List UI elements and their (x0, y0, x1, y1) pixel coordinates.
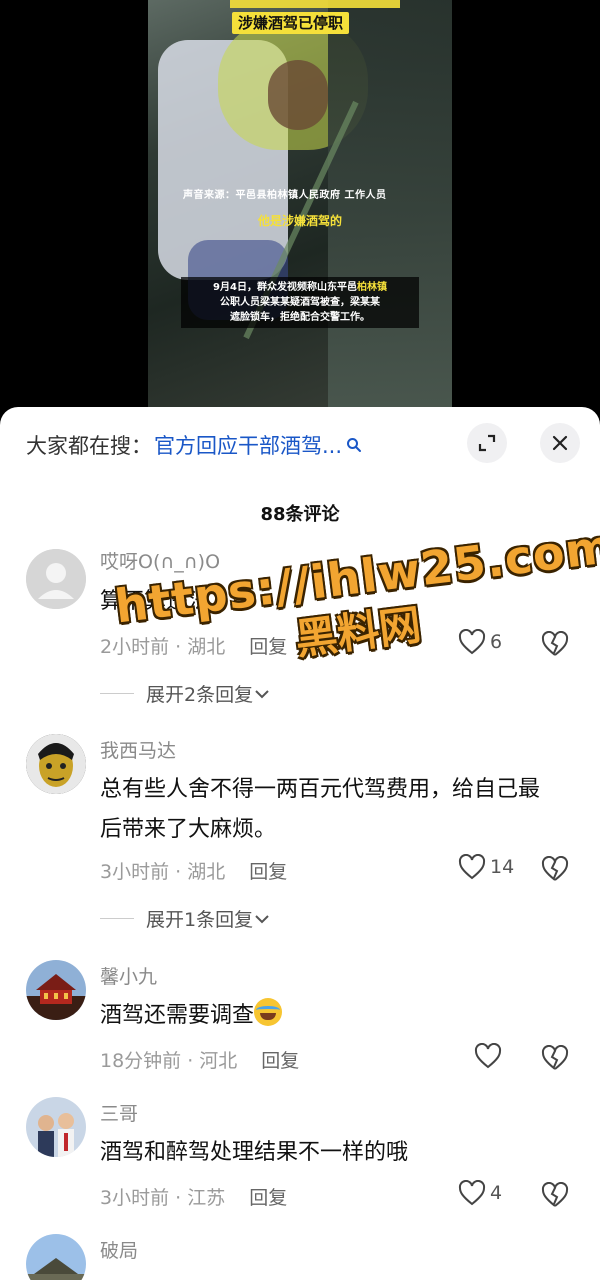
video-caption-source: 声音来源：平邑县柏林镇人民政府 工作人员 (183, 190, 387, 201)
comment-author[interactable]: 哎呀O(∩_∩)O (100, 547, 220, 574)
like-button[interactable]: 6 (458, 629, 502, 655)
like-button[interactable]: 14 (458, 854, 514, 880)
video-frame (148, 0, 452, 410)
comment-author[interactable]: 馨小九 (100, 962, 157, 989)
comment-author[interactable]: 破局 (100, 1236, 138, 1263)
expand-screen-button[interactable] (467, 423, 507, 463)
comment-text: 酒驾还需要调查 (100, 996, 560, 1036)
comment-count: 88条评论 (260, 504, 340, 525)
heart-icon (458, 854, 486, 880)
trending-search-row[interactable]: 大家都在搜： 官方回应干部酒驾... (26, 427, 362, 463)
video-player[interactable]: 涉嫌酒驾已停职 声音来源：平邑县柏林镇人民政府 工作人员 他是涉嫌酒驾的 9月4… (0, 0, 600, 410)
close-button[interactable] (540, 423, 580, 463)
search-icon[interactable] (346, 437, 362, 453)
video-caption-box: 9月4日，群众发视频称山东平邑柏林镇 公职人员梁某某疑酒驾被查，梁某某 遮脸锁车… (181, 277, 419, 328)
comment-meta: 18分钟前 · 河北 回复 (100, 1050, 300, 1072)
user-avatar-image (26, 734, 86, 794)
broken-heart-icon[interactable] (541, 1182, 569, 1208)
chevron-down-icon (255, 689, 269, 698)
user-avatar-image (26, 1097, 86, 1157)
broken-heart-icon[interactable] (541, 856, 569, 882)
comment-text: 酒驾和醉驾处理结果不一样的哦 (100, 1140, 409, 1165)
comment-meta: 3小时前 · 江苏 回复 (100, 1187, 288, 1209)
user-avatar-image (26, 1234, 86, 1280)
reply-button[interactable]: 回复 (261, 1050, 299, 1072)
reply-button[interactable]: 回复 (249, 1187, 287, 1209)
video-caption-quote: 他是涉嫌酒驾的 (257, 214, 342, 228)
avatar[interactable] (26, 1097, 86, 1157)
like-count: 6 (490, 631, 503, 653)
heart-icon (474, 1043, 502, 1069)
caption-strip (230, 0, 400, 8)
like-button[interactable]: 4 (458, 1180, 502, 1206)
avatar[interactable] (26, 734, 86, 794)
comment-sheet: 大家都在搜： 官方回应干部酒驾... 88条评论 哎呀O(∩_∩)O 算不算违法… (0, 407, 600, 1280)
comment-text: 算不算违法 (100, 589, 211, 614)
like-button[interactable] (474, 1043, 502, 1069)
trending-search-label: 大家都在搜： (26, 434, 152, 458)
comment-text: 总有些人舍不得一两百元代驾费用，给自己最后带来了大麻烦。 (100, 777, 541, 842)
user-avatar-image (26, 960, 86, 1020)
close-icon (552, 435, 568, 451)
expand-replies-button[interactable]: 展开2条回复 (100, 680, 271, 707)
reply-button[interactable]: 回复 (249, 636, 287, 658)
default-avatar-icon (26, 549, 86, 609)
heart-icon (458, 1180, 486, 1206)
comment-meta: 2小时前 · 湖北 回复 (100, 636, 288, 658)
avatar[interactable] (26, 960, 86, 1020)
expand-screen-icon (478, 434, 496, 452)
reply-button[interactable]: 回复 (249, 861, 287, 883)
laughing-tears-emoji (254, 998, 283, 1026)
comment-author[interactable]: 我西马达 (100, 736, 176, 763)
comment-meta: 3小时前 · 湖北 回复 (100, 861, 288, 883)
chevron-down-icon (255, 914, 269, 923)
comment-author[interactable]: 三哥 (100, 1099, 138, 1126)
avatar[interactable] (26, 549, 86, 609)
like-count: 14 (490, 856, 515, 878)
expand-replies-button[interactable]: 展开1条回复 (100, 905, 271, 932)
avatar[interactable] (26, 1234, 86, 1280)
video-caption-title: 涉嫌酒驾已停职 (232, 12, 350, 34)
broken-heart-icon[interactable] (541, 1045, 569, 1071)
trending-search-link[interactable]: 官方回应干部酒驾... (154, 430, 342, 460)
heart-icon (458, 629, 486, 655)
like-count: 4 (490, 1182, 503, 1204)
broken-heart-icon[interactable] (541, 631, 569, 657)
